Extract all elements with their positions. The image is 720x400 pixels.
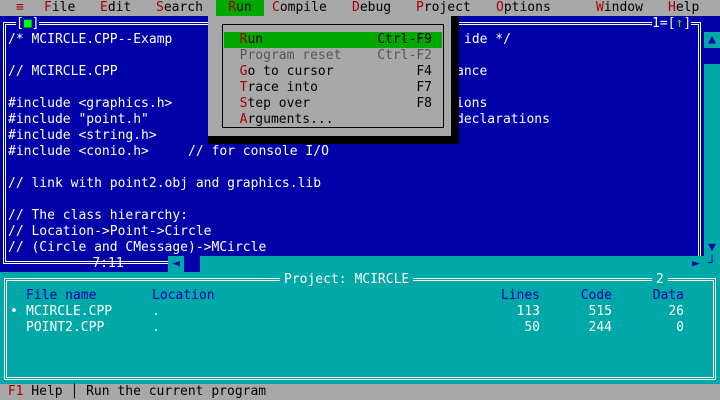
row-location: . (152, 320, 160, 335)
code-line-7[interactable]: #include <string.h> (8, 128, 157, 144)
run-menu-item-step-over[interactable]: Step over F8 (224, 96, 442, 112)
menu-project[interactable]: Project (412, 0, 475, 16)
code-line-13[interactable]: // Location->Point->Circle (8, 224, 212, 240)
code-fragment-3: ance (456, 64, 488, 79)
vertical-scrollbar[interactable]: ▲ ▼ (704, 32, 720, 256)
editor-window-controls: 1=[↑] (652, 16, 692, 32)
row-lines: 113 (516, 304, 540, 319)
menu-bar: ≡ File Edit Search Run Compile Debug Pro… (0, 0, 720, 16)
run-menu-item-run[interactable]: Run Ctrl-F9 (224, 32, 442, 48)
help-key[interactable]: F1 (8, 384, 24, 399)
menu-help[interactable]: Help (664, 0, 703, 16)
menu-compile[interactable]: Compile (268, 0, 331, 16)
code-fragment-5: ions (456, 96, 488, 111)
code-line-12[interactable]: // The class hierarchy: (8, 208, 188, 224)
code-fragment-6: declarations (456, 112, 550, 127)
system-menu[interactable]: ≡ (16, 0, 24, 16)
menu-window[interactable]: Window (592, 0, 647, 16)
scroll-up-icon[interactable]: ▲ (704, 32, 720, 48)
help-label: Help (23, 384, 63, 399)
code-line-6[interactable]: #include "point.h" (8, 112, 149, 128)
col-header-file: File name (26, 288, 97, 303)
menu-options[interactable]: Options (492, 0, 555, 16)
menu-shadow (208, 136, 459, 144)
menu-file[interactable]: File (40, 0, 79, 16)
menu-search[interactable]: Search (152, 0, 207, 16)
run-menu-item-go-to-cursor[interactable]: Go to cursor F4 (224, 64, 442, 80)
code-line-5[interactable]: #include <graphics.h> (8, 96, 172, 112)
menu-debug[interactable]: Debug (348, 0, 395, 16)
code-line-3[interactable]: // MCIRCLE.CPP (8, 64, 118, 80)
code-line-8[interactable]: #include <conio.h> // for console I/O (8, 144, 329, 160)
row-data: 0 (676, 320, 684, 335)
scroll-thumb[interactable] (704, 48, 720, 64)
row-lines: 50 (524, 320, 540, 335)
current-file-marker: • (10, 304, 18, 319)
run-menu-item-arguments[interactable]: Arguments... (224, 112, 442, 128)
status-message: Run the current program (78, 384, 267, 399)
row-file: MCIRCLE.CPP (26, 304, 113, 319)
col-header-location: Location (152, 288, 215, 303)
menu-edit[interactable]: Edit (96, 0, 135, 16)
cursor-position: 7:11 (92, 256, 124, 271)
code-fragment-1: ide */ (464, 32, 511, 47)
col-header-lines: Lines (500, 288, 540, 303)
row-code: 244 (588, 320, 612, 335)
code-line-14[interactable]: // (Circle and CMessage)->MCircle (8, 240, 266, 256)
editor-window-number: 1 (652, 16, 660, 31)
code-line-1[interactable]: /* MCIRCLE.CPP--Examp (8, 32, 173, 48)
project-title: Project: MCIRCLE (280, 272, 414, 288)
row-code: 515 (588, 304, 612, 319)
col-header-code: Code (580, 288, 612, 303)
row-data: 26 (668, 304, 684, 319)
scroll-down-icon[interactable]: ▼ (704, 240, 720, 256)
code-line-10[interactable]: // link with point2.obj and graphics.lib (8, 176, 321, 192)
hscroll-thumb[interactable] (184, 256, 200, 272)
scroll-right-icon[interactable]: ► (688, 256, 704, 272)
editor-close-box[interactable]: [■] (16, 16, 40, 32)
scroll-left-icon[interactable]: ◄ (168, 256, 184, 272)
project-window-number: 2 (652, 272, 668, 288)
resize-corner-icon[interactable]: ┘ (704, 256, 720, 272)
col-header-data: Data (652, 288, 684, 303)
horizontal-scrollbar[interactable]: ◄ ► (168, 256, 704, 272)
status-bar: F1 Help │ Run the current program (0, 384, 720, 400)
row-file: POINT2.CPP (26, 320, 105, 335)
run-menu-item-trace-into[interactable]: Trace into F7 (224, 80, 442, 96)
zoom-box[interactable]: [↑] (668, 16, 691, 31)
run-menu-item-program-reset[interactable]: Program reset Ctrl-F2 (224, 48, 442, 64)
menu-run[interactable]: Run (216, 0, 264, 16)
row-location: . (152, 304, 160, 319)
